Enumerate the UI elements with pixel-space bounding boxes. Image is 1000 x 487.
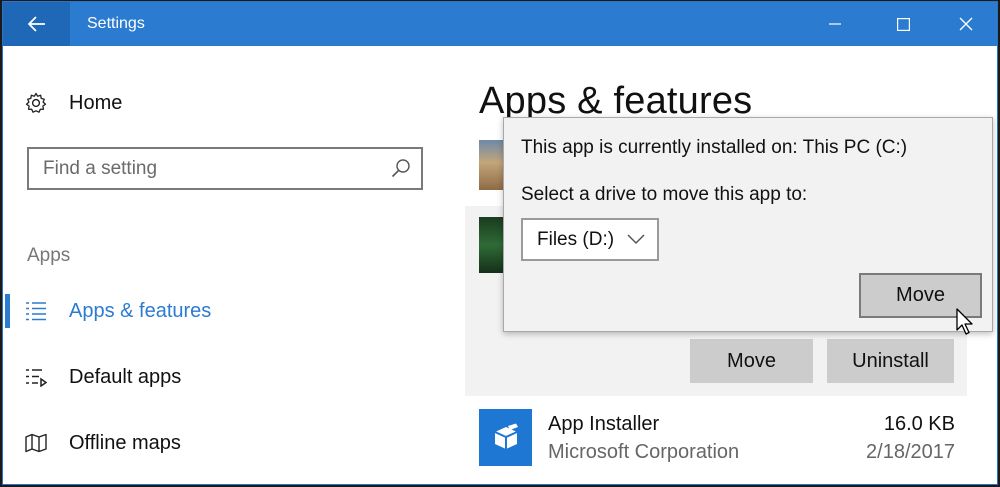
list-icon <box>25 301 49 321</box>
drive-select-value: Files (D:) <box>537 228 615 250</box>
uninstall-button[interactable]: Uninstall <box>827 339 954 383</box>
app-publisher: Microsoft Corporation <box>548 441 740 463</box>
search-box[interactable] <box>27 147 423 190</box>
move-button[interactable]: Move <box>690 339 813 383</box>
app-thumbnail[interactable] <box>479 140 505 190</box>
map-icon <box>25 433 49 453</box>
sidebar-item-label: Offline maps <box>69 431 181 454</box>
settings-window: Settings Home Apps <box>2 1 998 485</box>
app-size: 16.0 KB <box>883 413 955 435</box>
search-icon[interactable] <box>391 158 411 183</box>
nav-home-label: Home <box>69 91 123 114</box>
installed-on-text: This app is currently installed on: This… <box>521 137 908 158</box>
chevron-down-icon <box>627 234 645 245</box>
app-thumbnail[interactable] <box>479 217 505 273</box>
drive-select[interactable]: Files (D:) <box>521 218 659 261</box>
sidebar-item-label: Apps & features <box>69 299 212 322</box>
maximize-icon <box>896 17 910 31</box>
gear-icon <box>25 92 49 114</box>
app-install-date: 2/18/2017 <box>866 441 955 463</box>
close-button[interactable] <box>943 2 989 46</box>
minimize-icon <box>829 23 841 25</box>
title-bar: Settings <box>3 2 997 46</box>
sidebar-item-label: Default apps <box>69 365 182 388</box>
sidebar-item-default-apps[interactable]: Default apps <box>3 362 181 392</box>
app-name: App Installer <box>548 413 660 435</box>
move-app-flyout: This app is currently installed on: This… <box>503 117 993 332</box>
minimize-button[interactable] <box>812 2 858 46</box>
app-row-app-installer[interactable]: App Installer Microsoft Corporation 16.0… <box>479 407 959 467</box>
search-input[interactable] <box>29 149 379 188</box>
back-button[interactable] <box>3 2 70 46</box>
select-drive-text: Select a drive to move this app to: <box>521 184 808 205</box>
close-icon <box>959 17 973 31</box>
window-title: Settings <box>87 15 145 32</box>
mouse-cursor-icon <box>956 308 973 335</box>
section-label-apps: Apps <box>27 245 71 266</box>
maximize-button[interactable] <box>880 2 926 46</box>
sidebar-item-offline-maps[interactable]: Offline maps <box>3 428 181 458</box>
nav-home[interactable]: Home <box>25 90 122 116</box>
sidebar-item-apps-features[interactable]: Apps & features <box>3 296 211 326</box>
default-apps-icon <box>25 367 49 387</box>
package-icon <box>479 409 532 466</box>
arrow-left-icon <box>27 16 45 32</box>
